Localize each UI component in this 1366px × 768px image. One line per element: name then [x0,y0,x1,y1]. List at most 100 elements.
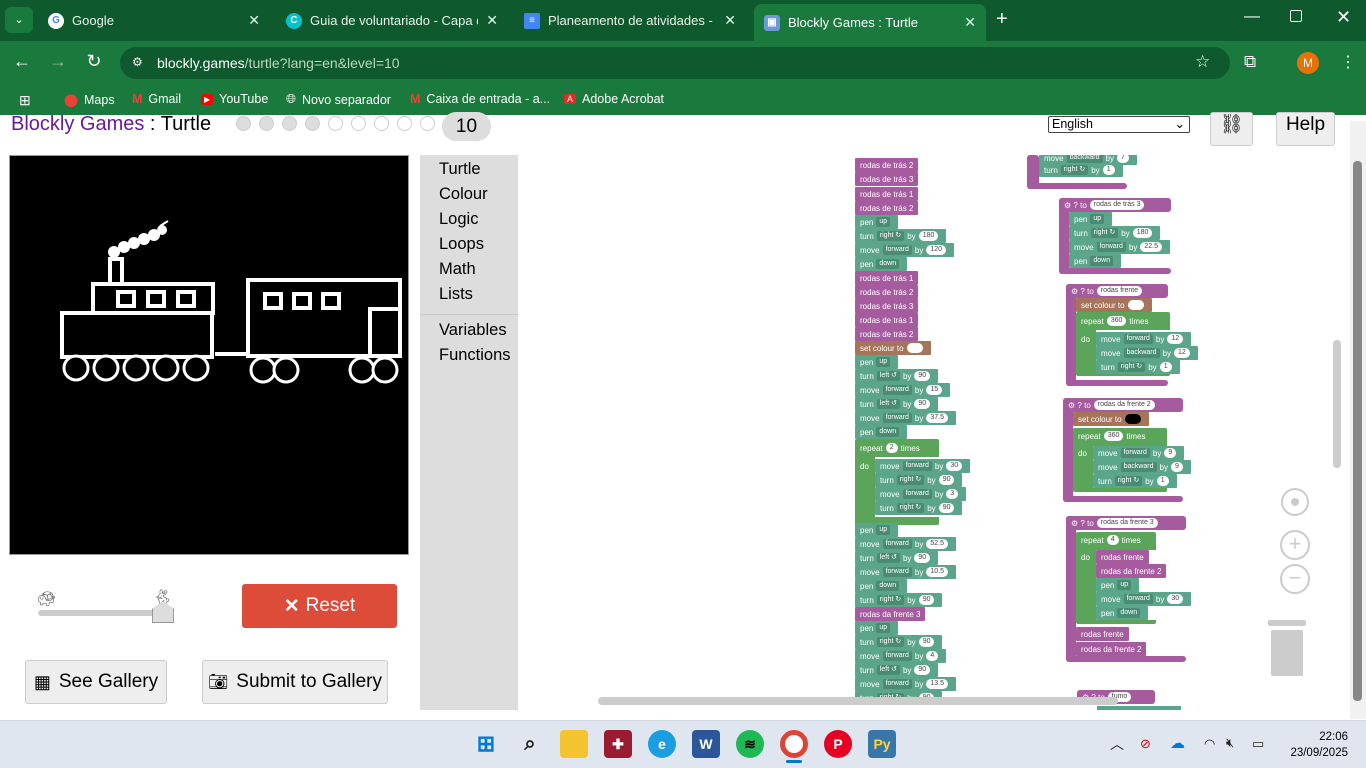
level-dot[interactable] [236,116,251,131]
page-scrollbar[interactable] [1350,121,1366,719]
call-block[interactable]: rodas de trás 2 [855,285,919,299]
level-dot[interactable] [374,116,389,131]
bookmark-star-icon[interactable]: ☆ [1195,52,1210,72]
move-block[interactable]: move forward by 13.5 [855,677,956,691]
tab-google[interactable]: G Google ✕ [38,6,270,35]
pinterest-icon[interactable]: P [824,730,852,758]
toolbox-category-math[interactable]: Math [439,260,476,279]
help-button[interactable]: Help [1276,112,1335,146]
search-icon[interactable]: ⌕ [516,730,544,758]
gear-icon[interactable]: ⚙ [1064,201,1071,210]
pen-block[interactable]: pen down [855,257,908,271]
submit-gallery-button[interactable]: 📷︎ Submit to Gallery [202,660,388,704]
call-block[interactable]: rodas da frente 3 [855,607,926,621]
toolbox-category-variables[interactable]: Variables [439,321,507,340]
toolbox-category-lists[interactable]: Lists [439,285,473,304]
move-block[interactable]: move forward by 4 [855,649,947,663]
level-dot[interactable] [328,116,343,131]
call-block[interactable]: rodas de trás 2 [855,327,919,341]
help-icon[interactable]: ? [1080,519,1084,528]
toolbox-category-logic[interactable]: Logic [439,210,478,229]
toolbox-category-functions[interactable]: Functions [439,346,511,365]
level-dot[interactable] [420,116,435,131]
spotify-icon[interactable]: ≋ [736,730,764,758]
restore-icon[interactable] [1290,10,1302,22]
language-select[interactable]: English ⌄ [1048,116,1190,133]
profile-avatar[interactable]: M [1297,52,1319,74]
close-tab-icon[interactable]: ✕ [486,12,498,29]
edge-icon[interactable]: e [648,730,676,758]
windows-start-icon[interactable]: ⊞ [472,730,500,758]
procedure-def-rodas-frente-2[interactable]: ⚙ ? to rodas da frente 2 set colour to re… [1063,398,1213,504]
procedure-def-rodas-frente-3[interactable]: ⚙ ? to rodas da frente 3 repeat 4 times do … [1066,516,1216,664]
zoom-in-icon[interactable]: + [1280,530,1310,560]
bookmark-caixa-entrada[interactable]: M Caixa de entrada - a... [410,92,550,106]
move-block[interactable]: move forward by 52.5 [855,537,956,551]
call-block[interactable]: rodas de trás 1 [855,271,919,285]
pen-block[interactable]: pen up [855,621,899,635]
chrome-icon[interactable] [780,730,808,758]
call-block[interactable]: rodas de trás 2 [855,201,919,215]
call-block[interactable]: rodas de trás 2 [855,158,919,172]
close-window-icon[interactable]: ✕ [1336,7,1351,28]
procedure-def-rodas-tras-3[interactable]: ⚙ ? to rodas de trás 3 pen up turn right ↻ b… [1059,198,1189,276]
toolbox-category-turtle[interactable]: Turtle [439,160,481,179]
workspace-vertical-scrollbar[interactable] [1333,340,1341,468]
address-bar[interactable]: ⚙ blockly.games/turtle?lang=en&level=10 … [120,47,1230,79]
level-dot[interactable] [305,116,320,131]
bookmark-youtube[interactable]: ▶ YouTube [201,92,268,106]
turn-block[interactable]: turnright ↻by90 [855,593,943,607]
pen-block[interactable]: pen down [855,579,908,593]
python-icon[interactable]: Py [868,730,896,758]
volume-muted-icon[interactable]: 🔇︎ [1226,735,1234,751]
move-block[interactable]: move forward by 37.5 [855,411,956,425]
bookmark-maps[interactable]: ⬤ Maps [64,92,115,108]
reset-button[interactable]: ✕ Reset [242,584,397,628]
title-game-link[interactable]: Blockly Games [11,113,144,135]
call-block[interactable]: rodas de trás 1 [855,187,919,201]
move-block[interactable]: move forward by 120 [855,243,955,257]
gear-icon[interactable]: ⚙ [1071,519,1078,528]
set-colour-block[interactable]: set colour to [855,341,931,355]
close-tab-icon[interactable]: ✕ [964,14,976,31]
tab-guia-voluntariado[interactable]: C Guia de voluntariado - Capa de ✕ [276,6,508,35]
extensions-icon[interactable]: ⧉ [1244,52,1256,72]
forward-icon[interactable]: → [46,51,70,72]
bookmark-novo-separador[interactable]: 🌐︎ Novo separador [286,92,391,107]
minimize-icon[interactable]: — [1244,8,1260,26]
toolbox-category-colour[interactable]: Colour [439,185,488,204]
close-tab-icon[interactable]: ✕ [248,12,260,29]
gear-icon[interactable]: ⚙ [1071,287,1078,296]
speed-slider[interactable] [38,610,168,616]
recenter-icon[interactable] [1281,488,1309,516]
turn-block[interactable]: turn left ↺ by 90 [855,551,939,565]
procedure-def-rodas-frente[interactable]: ⚙ ? to rodas frente set colour to repeat 3… [1066,284,1216,388]
level-dot[interactable] [282,116,297,131]
back-icon[interactable]: ← [10,51,34,72]
level-dot[interactable] [351,116,366,131]
file-explorer-icon[interactable] [560,730,588,758]
turn-block[interactable]: turn left ↺ by 90 [855,663,939,677]
reload-icon[interactable]: ↻ [82,51,106,72]
wifi-icon[interactable]: ◠ [1204,736,1215,752]
call-block[interactable]: rodas de trás 3 [855,299,919,313]
turn-block[interactable]: turn left ↺ by 90 [855,369,939,383]
move-block[interactable]: move forward by 15 [855,383,951,397]
help-icon[interactable]: ? [1073,201,1077,210]
new-tab-button[interactable]: + [996,8,1008,31]
call-block[interactable]: rodas de trás 3 [855,172,919,186]
tab-search-button[interactable]: ⌄ [5,7,33,33]
level-dot[interactable] [397,116,412,131]
see-gallery-button[interactable]: ▦ See Gallery [25,660,167,704]
bookmark-adobe-acrobat[interactable]: A Adobe Acrobat [564,92,664,106]
chevron-up-icon[interactable]: ︿ [1110,734,1124,754]
turn-block[interactable]: turnright ↻by90 [855,635,943,649]
turn-block[interactable]: turn right ↻ by 180 [855,229,947,243]
pen-block[interactable]: pen up [855,215,899,229]
move-block[interactable]: move forward by 10.5 [855,565,956,579]
link-button[interactable]: ⛓ [1210,112,1253,146]
close-tab-icon[interactable]: ✕ [724,12,736,29]
pen-block[interactable]: pen up [855,355,899,369]
menu-icon[interactable]: ⋮ [1340,52,1356,72]
gear-icon[interactable]: ⚙ [1068,401,1075,410]
